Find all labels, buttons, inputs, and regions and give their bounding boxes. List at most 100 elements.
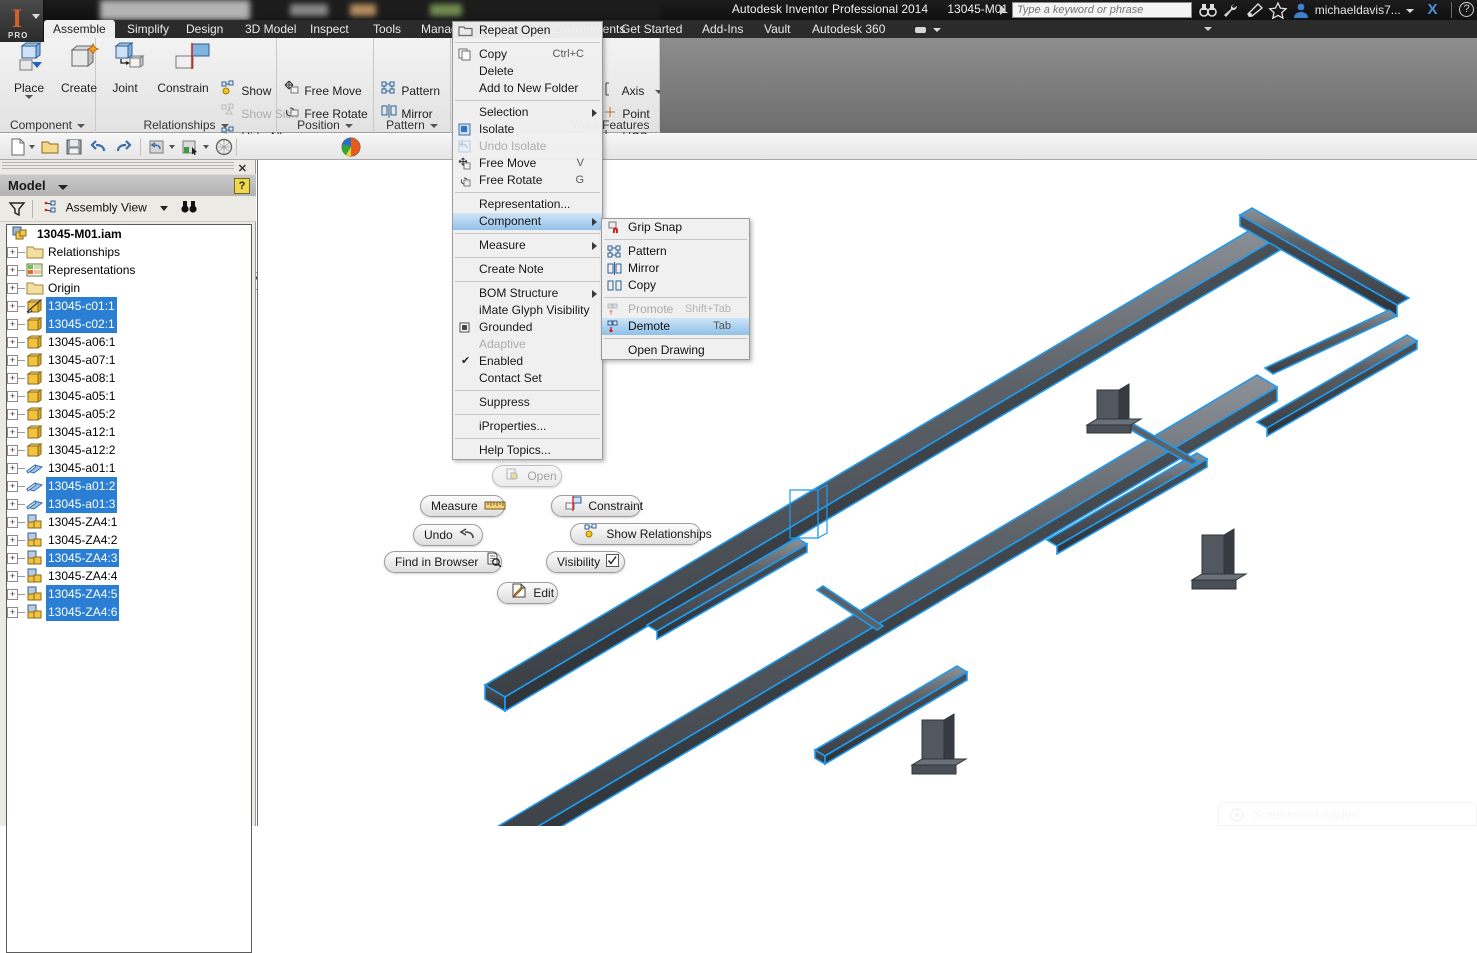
ribbon-tab-design[interactable]: Design <box>177 20 232 38</box>
tree-node[interactable]: +13045-c01:1 <box>7 297 251 315</box>
account-username[interactable]: michaeldavis7... <box>1315 3 1401 17</box>
axis-button[interactable]: Axis <box>601 80 663 102</box>
expand-toggle-icon[interactable]: + <box>7 607 18 618</box>
ribbon-overflow-icon[interactable] <box>905 20 950 38</box>
tree-node[interactable]: +13045-a06:1 <box>7 333 251 351</box>
open-icon[interactable] <box>40 137 60 157</box>
expand-toggle-icon[interactable]: + <box>7 283 18 294</box>
menu-item-copy[interactable]: Copy Ctrl+C <box>453 46 602 63</box>
menu-item-repeat-open[interactable]: Repeat Open <box>453 22 602 39</box>
return-icon[interactable] <box>147 137 167 157</box>
ribbon-tab-vault[interactable]: Vault <box>755 20 799 38</box>
ribbon-tab-simplify[interactable]: Simplify <box>118 20 178 38</box>
free-move-button[interactable]: Free Move <box>283 80 362 102</box>
tree-node[interactable]: + Origin <box>7 279 251 297</box>
menu-item-imate-glyph-visibility[interactable]: iMate Glyph Visibility <box>453 302 602 319</box>
expand-toggle-icon[interactable]: + <box>7 427 18 438</box>
menu-item-suppress[interactable]: Suppress <box>453 394 602 411</box>
tree-node[interactable]: +13045-a08:1 <box>7 369 251 387</box>
expand-toggle-icon[interactable]: + <box>7 445 18 456</box>
ribbon-tab-inspect[interactable]: Inspect <box>301 20 358 38</box>
binoculars-icon[interactable] <box>180 200 198 217</box>
expand-toggle-icon[interactable]: + <box>7 463 18 474</box>
menu-item-enabled[interactable]: ✔ Enabled <box>453 353 602 370</box>
component-submenu[interactable]: Grip Snap Pattern Mirror Copy Promote Shift+T… <box>601 218 750 360</box>
expand-toggle-icon[interactable]: + <box>7 589 18 600</box>
chevron-down-icon[interactable] <box>32 14 40 19</box>
appearance-sphere-icon[interactable] <box>340 136 362 158</box>
redo-icon[interactable] <box>113 137 133 157</box>
menu-item-free-move[interactable]: Free Move V <box>453 155 602 172</box>
3d-viewport[interactable] <box>257 160 1477 826</box>
tree-node[interactable]: +13045-a12:2 <box>7 441 251 459</box>
tree-node[interactable]: +13045-ZA4:4 <box>7 567 251 585</box>
show-button[interactable]: Show <box>220 80 271 102</box>
user-icon[interactable] <box>1291 1 1311 19</box>
menu-item-isolate[interactable]: Isolate <box>453 121 602 138</box>
tree-node[interactable]: +13045-a01:2 <box>7 477 251 495</box>
submenu-item-open-drawing[interactable]: Open Drawing <box>602 342 749 359</box>
expand-toggle-icon[interactable]: + <box>7 391 18 402</box>
expand-toggle-icon[interactable]: + <box>7 499 18 510</box>
ribbon-tab-autodesk-360[interactable]: Autodesk 360 <box>803 20 894 38</box>
place-button[interactable]: Place <box>3 42 55 99</box>
chevron-down-icon[interactable] <box>1406 9 1415 13</box>
tree-node[interactable]: +13045-ZA4:1 <box>7 513 251 531</box>
pattern-button[interactable]: Pattern <box>380 80 440 102</box>
menu-item-free-rotate[interactable]: Free Rotate G <box>453 172 602 189</box>
chevron-down-icon[interactable] <box>29 145 35 149</box>
menu-item-help-topics[interactable]: Help Topics... <box>453 442 602 459</box>
tree-node[interactable]: +13045-a07:1 <box>7 351 251 369</box>
tree-node[interactable]: +13045-ZA4:6 <box>7 603 251 621</box>
panel-title-relationships[interactable]: Relationships <box>96 118 276 132</box>
submenu-item-mirror[interactable]: Mirror <box>602 260 749 277</box>
tree-node[interactable]: +13045-c02:1 <box>7 315 251 333</box>
expand-toggle-icon[interactable]: + <box>7 337 18 348</box>
assembly-view-dropdown[interactable]: Assembly View <box>44 200 198 217</box>
chevron-down-icon[interactable] <box>1204 27 1212 31</box>
menu-item-iproperties[interactable]: iProperties... <box>453 418 602 435</box>
expand-toggle-icon[interactable]: + <box>7 409 18 420</box>
chevron-down-icon[interactable] <box>169 145 175 149</box>
help-icon[interactable]: ? <box>1459 2 1475 17</box>
tree-node[interactable]: + Relationships <box>7 243 251 261</box>
menu-item-representation[interactable]: Representation... <box>453 196 602 213</box>
update-icon[interactable] <box>180 137 200 157</box>
expand-toggle-icon[interactable]: + <box>7 373 18 384</box>
expand-toggle-icon[interactable]: + <box>7 265 18 276</box>
mini-toolbar-measure-button[interactable]: Measure <box>420 495 506 517</box>
menu-item-bom-structure[interactable]: BOM Structure <box>453 285 602 302</box>
expand-toggle-icon[interactable]: + <box>7 571 18 582</box>
search-input[interactable] <box>1012 2 1192 18</box>
chevron-down-icon[interactable] <box>203 145 209 149</box>
menu-item-create-note[interactable]: Create Note <box>453 261 602 278</box>
menu-item-component[interactable]: Component <box>453 213 602 230</box>
ribbon-tab-tools[interactable]: Tools <box>364 20 410 38</box>
expand-toggle-icon[interactable]: + <box>7 517 18 528</box>
menu-item-grounded[interactable]: Grounded <box>453 319 602 336</box>
expand-toggle-icon[interactable]: + <box>7 301 18 312</box>
submenu-item-copy[interactable]: Copy <box>602 277 749 294</box>
expand-toggle-icon[interactable]: + <box>7 247 18 258</box>
search-expand-arrow[interactable] <box>994 2 1012 18</box>
binoculars-icon[interactable] <box>1198 1 1218 19</box>
tree-node[interactable]: +13045-ZA4:3 <box>7 549 251 567</box>
tree-node[interactable]: +13045-a12:1 <box>7 423 251 441</box>
tree-node[interactable]: + Representations <box>7 261 251 279</box>
submenu-item-demote[interactable]: Demote Tab <box>602 318 749 335</box>
mini-toolbar-undo-button[interactable]: Undo <box>413 524 483 546</box>
tree-node[interactable]: +13045-a05:2 <box>7 405 251 423</box>
submenu-item-pattern[interactable]: Pattern <box>602 243 749 260</box>
ribbon-tab-3d-model[interactable]: 3D Model <box>236 20 305 38</box>
submenu-item-grip-snap[interactable]: Grip Snap <box>602 219 749 236</box>
panel-title-component[interactable]: Component <box>0 118 95 132</box>
help-icon[interactable]: ? <box>234 178 250 194</box>
panel-title-position[interactable]: Position <box>277 118 373 132</box>
menu-item-contact-set[interactable]: Contact Set <box>453 370 602 387</box>
appearance-icon[interactable] <box>214 137 234 157</box>
menu-item-delete[interactable]: Delete <box>453 63 602 80</box>
ribbon-tab-add-ins[interactable]: Add-Ins <box>693 20 752 38</box>
menu-item-add-to-new-folder[interactable]: Add to New Folder <box>453 80 602 97</box>
chevron-down-icon[interactable] <box>25 95 33 99</box>
satellite-icon[interactable] <box>1245 1 1265 19</box>
